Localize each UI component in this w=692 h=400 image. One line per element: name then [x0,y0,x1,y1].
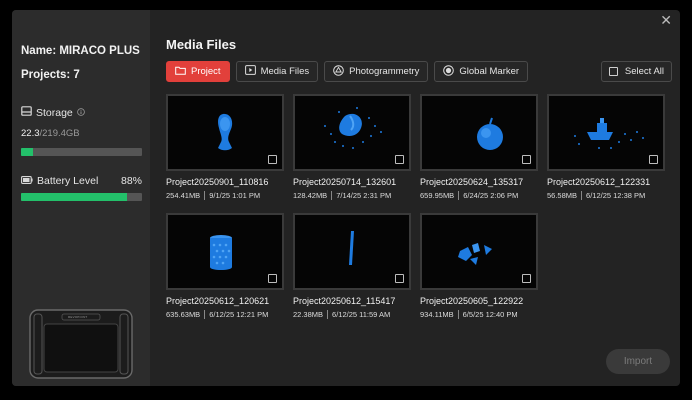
project-card[interactable]: Project20250714_132601 128.42MB 7/14/25 2… [293,94,411,210]
tab-photogrammetry[interactable]: Photogrammetry [324,61,429,82]
project-meta: 254.41MB 9/1/25 1:01 PM [166,191,260,200]
page-title: Media Files [166,37,237,52]
project-thumbnail [293,213,411,290]
tab-global-marker[interactable]: Global Marker [434,61,529,82]
project-meta: 22.38MB 6/12/25 11:59 AM [293,310,390,319]
filter-tabs: Project Media Files Photogrammetry Globa… [166,61,529,82]
project-name: Project20250605_122922 [420,296,524,306]
project-size: 254.41MB [166,191,201,200]
storage-icon [21,106,32,119]
project-thumbnail [166,94,284,171]
project-name: Project20250612_120621 [166,296,270,306]
select-all-label: Select All [624,66,664,77]
project-date: 6/24/25 2:06 PM [463,191,519,200]
project-size: 56.58MB [547,191,578,200]
select-all-checkbox[interactable] [608,67,618,76]
target-icon [443,64,455,79]
project-date: 6/12/25 12:38 PM [586,191,646,200]
project-count: Projects: 7 [21,69,80,81]
project-checkbox[interactable] [268,155,277,164]
project-name: Project20250714_132601 [293,177,397,187]
select-all-button[interactable]: Select All [600,61,672,82]
project-meta: 56.58MB 6/12/25 12:38 PM [547,191,645,200]
battery-bar [21,193,142,201]
tab-media-files[interactable]: Media Files [235,61,319,82]
storage-used: 22.3 [21,128,40,139]
tab-global-marker-label: Global Marker [459,66,520,77]
project-date: 6/5/25 12:40 PM [462,310,518,319]
storage-label: Storage [36,106,73,119]
project-card[interactable]: Project20250624_135317 659.95MB 6/24/25 2… [420,94,538,210]
project-meta: 635.63MB 6/12/25 12:21 PM [166,310,268,319]
project-checkbox[interactable] [522,155,531,164]
close-button[interactable]: ✕ [660,12,672,29]
device-brand-text: REVOPOINT [68,315,88,319]
project-checkbox[interactable] [649,155,658,164]
project-date: 6/12/25 12:21 PM [209,310,269,319]
project-card[interactable]: Project20250605_122922 934.11MB 6/5/25 12… [420,213,538,329]
project-date: 6/12/25 11:59 AM [332,310,391,319]
project-name: Project20250612_115417 [293,296,396,306]
project-thumbnail [293,94,411,171]
tab-photogrammetry-label: Photogrammetry [349,66,420,77]
project-checkbox[interactable] [395,274,404,283]
device-illustration: REVOPOINT [28,308,134,380]
battery-row: Battery Level 88% [21,175,142,187]
tab-project[interactable]: Project [166,61,230,82]
project-size: 659.95MB [420,191,455,200]
project-size: 128.42MB [293,191,328,200]
project-card[interactable]: Project20250612_122331 56.58MB 6/12/25 12… [547,94,665,210]
battery-label: Battery Level [37,175,99,187]
project-thumbnail [547,94,665,171]
project-meta: 934.11MB 6/5/25 12:40 PM [420,310,518,319]
project-thumbnail [420,213,538,290]
storage-bar-fill [21,148,34,156]
project-size: 22.38MB [293,310,324,319]
folder-icon [175,66,186,78]
storage-row: Storage [21,106,85,119]
project-date: 9/1/25 1:01 PM [209,191,261,200]
project-name: Project20250901_110816 [166,177,269,187]
tab-media-files-label: Media Files [260,66,310,77]
media-files-main: ✕ Media Files Project Media Files Photog… [150,10,680,386]
battery-icon [21,175,33,187]
project-card[interactable]: Project20250901_110816 254.41MB 9/1/25 1:… [166,94,284,210]
project-name: Project20250624_135317 [420,177,524,187]
project-meta: 128.42MB 7/14/25 2:31 PM [293,191,391,200]
project-checkbox[interactable] [395,155,404,164]
storage-value: 22.3/219.4GB [21,128,80,139]
aperture-icon [333,64,344,79]
tab-project-label: Project [191,66,221,77]
project-checkbox[interactable] [522,274,531,283]
battery-percent: 88% [120,175,142,187]
storage-bar [21,148,142,156]
media-files-dialog: Name: MIRACO PLUS Projects: 7 Storage 22… [12,10,680,386]
project-name: Project20250612_122331 [547,177,651,187]
project-size: 934.11MB [420,310,454,319]
video-icon [244,65,256,78]
info-icon[interactable] [76,107,85,119]
device-name: Name: MIRACO PLUS [21,45,140,57]
import-button[interactable]: Import [606,349,670,374]
device-info-panel: Name: MIRACO PLUS Projects: 7 Storage 22… [12,10,150,386]
project-thumbnail [420,94,538,171]
battery-bar-fill [21,193,128,201]
project-thumbnail [166,213,284,290]
project-card[interactable]: Project20250612_120621 635.63MB 6/12/25 1… [166,213,284,329]
project-date: 7/14/25 2:31 PM [336,191,392,200]
project-meta: 659.95MB 6/24/25 2:06 PM [420,191,518,200]
project-grid: Project20250901_110816 254.41MB 9/1/25 1:… [166,94,676,324]
project-card[interactable]: Project20250612_115417 22.38MB 6/12/25 11… [293,213,411,329]
project-checkbox[interactable] [268,274,277,283]
storage-total: /219.4GB [39,128,80,139]
project-size: 635.63MB [166,310,201,319]
